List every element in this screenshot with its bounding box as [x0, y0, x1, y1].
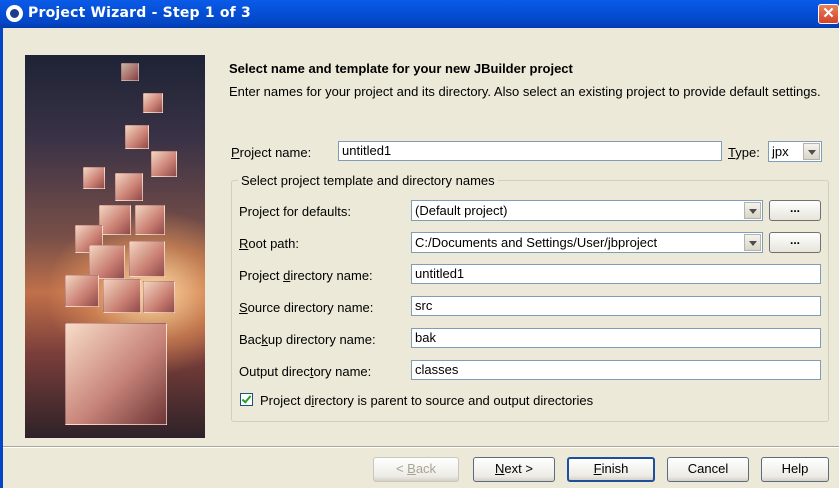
- project-dir-parent-label[interactable]: Project directory is parent to source an…: [260, 393, 593, 408]
- chevron-down-icon[interactable]: [803, 143, 820, 160]
- browse-root-path-button[interactable]: ...: [769, 232, 821, 253]
- backup-directory-label: Backup directory name:: [239, 332, 376, 347]
- title-bar: Project Wizard - Step 1 of 3 ✕: [0, 0, 839, 28]
- root-path-value: C:/Documents and Settings/User/jbproject: [415, 235, 658, 250]
- project-defaults-select[interactable]: (Default project): [411, 200, 763, 221]
- source-directory-input[interactable]: src: [411, 296, 821, 316]
- group-title: Select project template and directory na…: [238, 173, 498, 188]
- output-directory-input[interactable]: classes: [411, 360, 821, 380]
- jbuilder-app-icon: [6, 5, 23, 22]
- root-path-select[interactable]: C:/Documents and Settings/User/jbproject: [411, 232, 763, 253]
- footer-divider: [3, 446, 839, 448]
- source-directory-label: Source directory name:: [239, 300, 374, 315]
- cancel-button[interactable]: Cancel: [667, 457, 749, 482]
- project-name-label: Project name:: [231, 145, 312, 160]
- window-title: Project Wizard - Step 1 of 3: [28, 5, 251, 21]
- project-directory-label: Project directory name:: [239, 268, 373, 283]
- project-defaults-value: (Default project): [415, 203, 508, 218]
- project-dir-parent-checkbox[interactable]: [240, 393, 253, 406]
- backup-directory-input[interactable]: bak: [411, 328, 821, 348]
- back-button[interactable]: < Back: [373, 457, 459, 482]
- next-button[interactable]: Next >: [473, 457, 555, 482]
- project-name-input[interactable]: untitled1: [338, 141, 722, 161]
- browse-defaults-button[interactable]: ...: [769, 200, 821, 221]
- page-description: Enter names for your project and its dir…: [229, 84, 821, 99]
- project-defaults-label: Project for defaults:: [239, 204, 352, 219]
- help-button[interactable]: Help: [761, 457, 829, 482]
- project-directory-input[interactable]: untitled1: [411, 264, 821, 284]
- root-path-label: Root path:: [239, 236, 299, 251]
- finish-button[interactable]: Finish: [567, 457, 655, 482]
- output-directory-label: Output directory name:: [239, 364, 372, 379]
- close-icon: ✕: [822, 5, 835, 22]
- close-button[interactable]: ✕: [818, 4, 839, 24]
- type-label: Type:: [728, 145, 760, 160]
- chevron-down-icon[interactable]: [744, 234, 761, 251]
- type-select[interactable]: jpx: [768, 141, 822, 162]
- page-heading: Select name and template for your new JB…: [229, 61, 573, 76]
- type-value: jpx: [772, 144, 789, 159]
- wizard-cubes-illustration: [25, 55, 205, 438]
- chevron-down-icon[interactable]: [744, 202, 761, 219]
